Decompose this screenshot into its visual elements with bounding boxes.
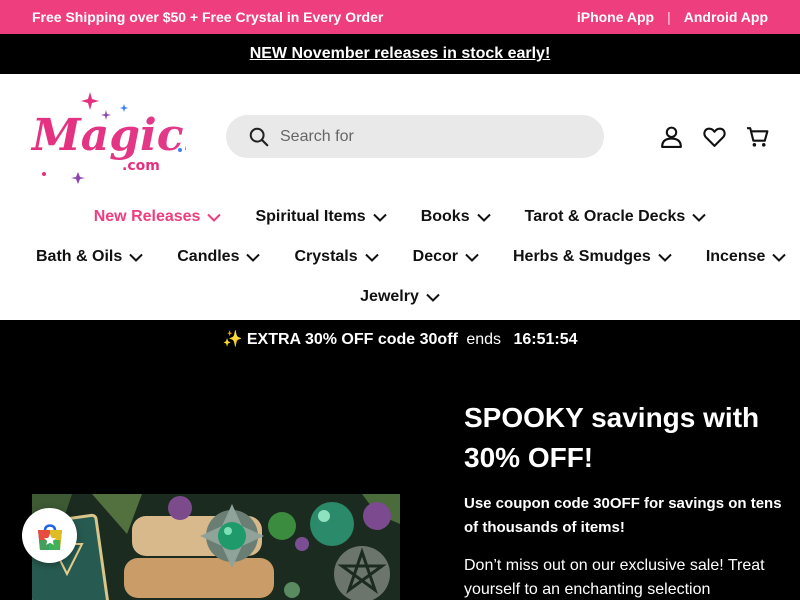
hero-text: SPOOKY savings with 30% OFF! Use coupon … — [464, 398, 784, 600]
nav-label: Incense — [705, 248, 766, 265]
countdown-offer: EXTRA 30% OFF code 30off — [246, 331, 458, 348]
nav-herbs-smudges[interactable]: Herbs & Smudges — [513, 248, 672, 266]
header-actions — [659, 124, 770, 149]
android-app-link[interactable]: Android App — [684, 9, 768, 25]
chevron-down-icon — [364, 253, 379, 262]
chevron-down-icon — [465, 253, 479, 262]
chevron-down-icon — [129, 253, 143, 262]
chevron-down-icon — [246, 253, 261, 262]
promo-text: Free Shipping over $50 + Free Crystal in… — [32, 9, 384, 25]
search-input[interactable] — [280, 127, 580, 146]
nav-label: Spiritual Items — [255, 208, 366, 225]
announcement-link[interactable]: NEW November releases in stock early! — [250, 45, 551, 62]
nav-label: Crystals — [294, 248, 358, 265]
shop-app-badge[interactable] — [22, 508, 77, 563]
nav-candles[interactable]: Candles — [177, 248, 261, 266]
countdown-bar: ✨ EXTRA 30% OFF code 30off ends 16:51:54 — [0, 320, 800, 360]
magick-logo[interactable]: Magick .com — [30, 88, 186, 184]
nav-label: New Releases — [93, 208, 201, 225]
site-header: Magick .com — [0, 74, 800, 320]
hero-coupon: Use coupon code 30OFF for savings on ten… — [464, 495, 782, 536]
hero-title: SPOOKY savings with 30% OFF! — [464, 402, 760, 473]
nav-label: Bath & Oils — [36, 248, 123, 265]
nav-row-3: Jewelry — [0, 288, 800, 306]
app-links: iPhone App | Android App — [577, 9, 768, 25]
nav-label: Books — [420, 208, 470, 225]
shop-bag-icon — [37, 523, 62, 550]
nav-label: Herbs & Smudges — [513, 248, 651, 265]
sparkle-icon: ✨ — [222, 331, 243, 348]
hero-body: Don’t miss out on our exclusive sale! Tr… — [464, 557, 765, 598]
countdown-ends: ends — [466, 331, 502, 348]
heart-icon[interactable] — [702, 124, 727, 149]
chevron-down-icon — [658, 253, 672, 262]
hero-banner: SPOOKY savings with 30% OFF! Use coupon … — [0, 360, 800, 600]
nav-label: Jewelry — [360, 288, 419, 305]
nav-spiritual-items[interactable]: Spiritual Items — [255, 208, 387, 226]
nav-label: Tarot & Oracle Decks — [524, 208, 686, 225]
countdown-time: 16:51:54 — [513, 331, 578, 348]
cart-icon[interactable] — [745, 124, 770, 149]
promo-bar: Free Shipping over $50 + Free Crystal in… — [0, 0, 800, 34]
nav-decor[interactable]: Decor — [413, 248, 479, 266]
search-bar[interactable] — [226, 115, 604, 158]
nav-bath-oils[interactable]: Bath & Oils — [36, 248, 143, 266]
chevron-down-icon — [476, 213, 491, 222]
hero-image[interactable] — [32, 494, 400, 600]
chevron-down-icon — [772, 253, 787, 262]
chevron-down-icon — [372, 213, 387, 222]
logo-sub: .com — [122, 158, 160, 174]
nav-jewelry[interactable]: Jewelry — [360, 288, 440, 306]
nav-row-1: New Releases Spiritual Items Books Tarot… — [0, 208, 800, 226]
announcement-bar: NEW November releases in stock early! — [0, 34, 800, 74]
iphone-app-link[interactable]: iPhone App — [577, 9, 654, 25]
chevron-down-icon — [692, 213, 706, 222]
chevron-down-icon — [207, 213, 222, 222]
nav-label: Decor — [412, 248, 458, 265]
nav-new-releases[interactable]: New Releases — [94, 208, 222, 226]
app-link-separator: | — [667, 9, 671, 25]
nav-incense[interactable]: Incense — [706, 248, 787, 266]
nav-books[interactable]: Books — [421, 208, 491, 226]
nav-tarot-oracle-decks[interactable]: Tarot & Oracle Decks — [525, 208, 707, 226]
logo-text: Magick — [30, 110, 186, 161]
chevron-down-icon — [426, 293, 440, 302]
account-icon[interactable] — [659, 124, 684, 149]
nav-row-2: Bath & Oils Candles Crystals Decor Herbs… — [0, 248, 800, 266]
nav-crystals[interactable]: Crystals — [294, 248, 379, 266]
search-icon[interactable] — [248, 126, 270, 148]
nav-label: Candles — [177, 248, 240, 265]
